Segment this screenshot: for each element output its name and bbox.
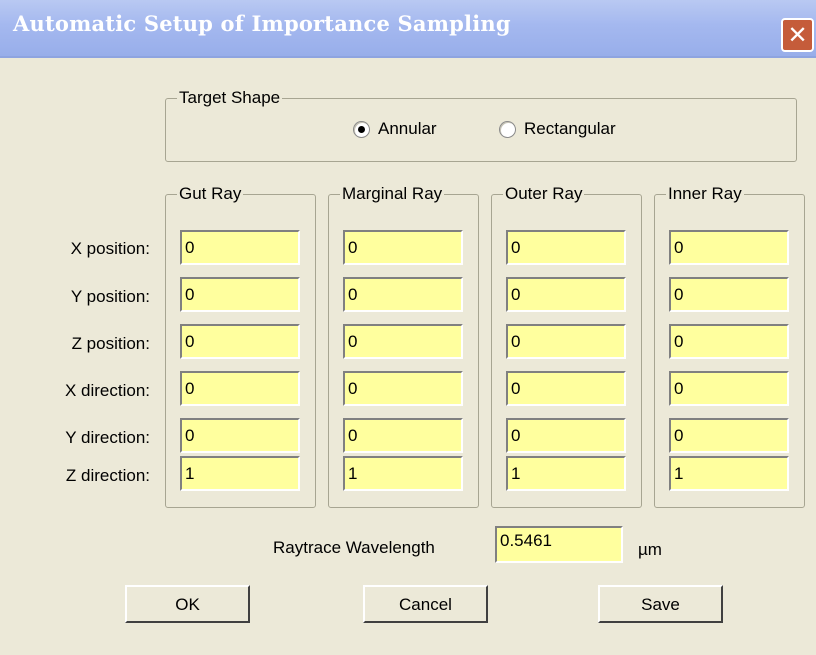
row-label-x-direction: X direction: (64, 381, 150, 400)
cancel-button[interactable]: Cancel (363, 585, 488, 623)
inner-ray-y-position-input[interactable] (669, 277, 789, 312)
gut-ray-y-direction-input[interactable] (180, 418, 300, 453)
radio-annular-circle[interactable] (353, 120, 370, 138)
outer-ray-x-direction-input[interactable] (506, 371, 626, 406)
close-icon: ✕ (787, 21, 808, 49)
gut-ray-z-position-input[interactable] (180, 324, 300, 359)
row-label-y-direction: Y direction: (65, 428, 150, 447)
marginal-ray-z-position-input[interactable] (343, 324, 463, 359)
inner-ray-x-direction-input[interactable] (669, 371, 789, 406)
close-button[interactable]: ✕ (781, 18, 814, 52)
radio-rectangular[interactable]: Rectangular (499, 119, 616, 139)
outer-ray-z-position-input[interactable] (506, 324, 626, 359)
gut-ray-x-position-input[interactable] (180, 230, 300, 265)
marginal-ray-x-direction-input[interactable] (343, 371, 463, 406)
row-label-z-position: Z position: (71, 334, 150, 353)
title-bar[interactable]: Automatic Setup of Importance Sampling ✕ (0, 0, 816, 58)
outer-ray-z-direction-input[interactable] (506, 456, 626, 491)
wavelength-label: Raytrace Wavelength (273, 538, 435, 557)
marginal-ray-x-position-input[interactable] (343, 230, 463, 265)
gut-ray-x-direction-input[interactable] (180, 371, 300, 406)
inner-ray-z-direction-input[interactable] (669, 456, 789, 491)
marginal-ray-y-direction-input[interactable] (343, 418, 463, 453)
outer-ray-x-position-input[interactable] (506, 230, 626, 265)
target-shape-label: Target Shape (177, 87, 283, 109)
row-label-y-position: Y position: (70, 287, 150, 306)
radio-annular[interactable]: Annular (353, 119, 437, 139)
outer-ray-y-position-input[interactable] (506, 277, 626, 312)
radio-rectangular-circle[interactable] (499, 120, 516, 138)
radio-rectangular-label: Rectangular (524, 119, 616, 138)
row-label-x-position: X position: (70, 239, 150, 258)
gut-ray-label: Gut Ray (177, 183, 244, 205)
marginal-ray-y-position-input[interactable] (343, 277, 463, 312)
ok-button[interactable]: OK (125, 585, 250, 623)
marginal-ray-label: Marginal Ray (340, 183, 445, 205)
inner-ray-x-position-input[interactable] (669, 230, 789, 265)
dialog-window: Automatic Setup of Importance Sampling ✕… (0, 0, 816, 655)
radio-annular-label: Annular (378, 119, 437, 138)
row-label-z-direction: Z direction: (65, 466, 150, 485)
target-shape-group: Target Shape Annular Rectangular (165, 87, 797, 162)
inner-ray-z-position-input[interactable] (669, 324, 789, 359)
wavelength-input[interactable] (495, 526, 623, 563)
inner-ray-label: Inner Ray (666, 183, 744, 205)
gut-ray-y-position-input[interactable] (180, 277, 300, 312)
gut-ray-z-direction-input[interactable] (180, 456, 300, 491)
marginal-ray-z-direction-input[interactable] (343, 456, 463, 491)
outer-ray-y-direction-input[interactable] (506, 418, 626, 453)
save-button[interactable]: Save (598, 585, 723, 623)
outer-ray-label: Outer Ray (503, 183, 585, 205)
window-title: Automatic Setup of Importance Sampling (13, 11, 511, 36)
wavelength-unit: µm (638, 540, 662, 559)
inner-ray-y-direction-input[interactable] (669, 418, 789, 453)
